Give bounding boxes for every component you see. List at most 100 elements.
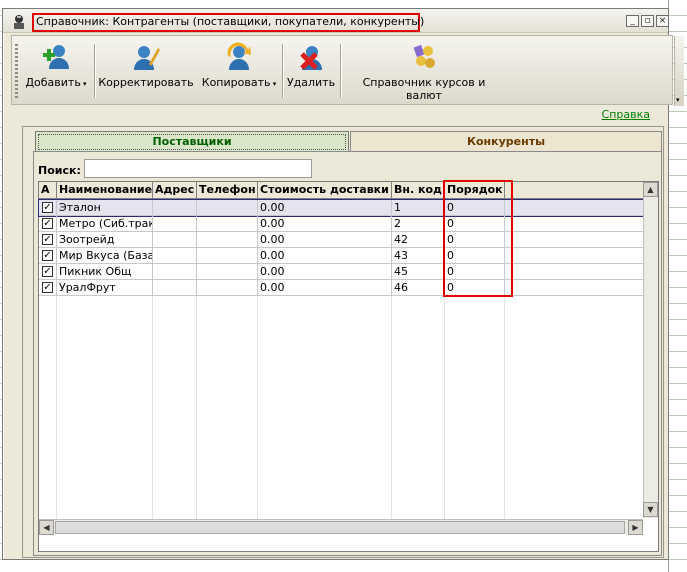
cell-delivery[interactable]: 0.00: [258, 264, 392, 280]
scroll-left-icon[interactable]: ◀: [39, 520, 54, 535]
delete-user-icon: [300, 46, 322, 70]
cell-address[interactable]: [153, 200, 197, 216]
cell-code[interactable]: 43: [392, 248, 445, 264]
tab-competitors[interactable]: Конкуренты: [350, 131, 662, 152]
cell-name[interactable]: Пикник Общ: [57, 264, 153, 280]
close-icon[interactable]: ×: [656, 15, 669, 27]
add-label: Добавить: [25, 76, 81, 89]
app-icon: [14, 15, 24, 29]
scroll-up-icon[interactable]: ▲: [643, 182, 658, 197]
col-header-code[interactable]: Вн. код: [392, 182, 445, 199]
help-link[interactable]: Справка: [602, 108, 650, 121]
cell-code[interactable]: 42: [392, 232, 445, 248]
cell-delivery[interactable]: 0.00: [258, 280, 392, 296]
minimize-icon[interactable]: _: [626, 15, 639, 27]
col-header-phone[interactable]: Телефон: [197, 182, 258, 199]
table-row[interactable]: ✓ Эталон 0.00 1 0: [38, 199, 644, 217]
active-checkbox[interactable]: ✓: [42, 266, 53, 277]
empty-cell[interactable]: [505, 280, 643, 296]
cell-phone[interactable]: [197, 248, 258, 264]
edit-button[interactable]: Корректировать: [98, 40, 194, 100]
empty-cell[interactable]: [505, 200, 643, 216]
cell-delivery[interactable]: 0.00: [258, 232, 392, 248]
empty-cell[interactable]: [505, 264, 643, 280]
cell-delivery[interactable]: 0.00: [258, 248, 392, 264]
search-label: Поиск:: [38, 164, 81, 177]
active-checkbox[interactable]: ✓: [42, 218, 53, 229]
active-checkbox-cell[interactable]: ✓: [39, 200, 57, 216]
toolbar: Добавить ▾ Корректировать Копировать ▾ У…: [11, 35, 684, 106]
add-button[interactable]: Добавить ▾: [22, 40, 90, 100]
empty-cell[interactable]: [505, 232, 643, 248]
empty-cell[interactable]: [505, 248, 643, 264]
table-row[interactable]: ✓Метро (Сиб.тракт)0.0020: [39, 216, 643, 232]
col-header-name[interactable]: Наименование: [57, 182, 153, 199]
delete-button[interactable]: Удалить: [286, 40, 336, 100]
grid-header: А Наименование Адрес Телефон Стоимость д…: [39, 182, 643, 199]
cell-address[interactable]: [153, 280, 197, 296]
active-checkbox-cell[interactable]: ✓: [39, 264, 57, 280]
tab-competitors-label: Конкуренты: [466, 135, 546, 148]
cell-code[interactable]: 45: [392, 264, 445, 280]
title-bar[interactable]: Справочник: Контрагенты (поставщики, пок…: [3, 9, 669, 33]
cell-name[interactable]: Метро (Сиб.тракт): [57, 216, 153, 232]
cell-address[interactable]: [153, 232, 197, 248]
active-checkbox-cell[interactable]: ✓: [39, 248, 57, 264]
cell-phone[interactable]: [197, 264, 258, 280]
horizontal-scroll-thumb[interactable]: [55, 521, 625, 534]
cell-delivery[interactable]: 0.00: [258, 200, 392, 216]
col-header-delivery[interactable]: Стоимость доставки: [258, 182, 392, 199]
cell-code[interactable]: 1: [392, 200, 445, 216]
active-checkbox-cell[interactable]: ✓: [39, 232, 57, 248]
cell-phone[interactable]: [197, 200, 258, 216]
cell-address[interactable]: [153, 248, 197, 264]
scroll-right-icon[interactable]: ▶: [628, 520, 643, 535]
cell-name[interactable]: Мир Вкуса (База): [57, 248, 153, 264]
toolbar-grip[interactable]: [15, 44, 18, 98]
cell-address[interactable]: [153, 216, 197, 232]
active-checkbox[interactable]: ✓: [42, 282, 53, 293]
tab-suppliers[interactable]: Поставщики: [35, 131, 349, 152]
tab-body: Поиск: А Наименование Адрес Телефон Стои…: [33, 151, 662, 556]
table-row[interactable]: ✓ Пикник Общ 0.00 45 0: [39, 264, 643, 280]
search-input[interactable]: [84, 159, 312, 178]
horizontal-scrollbar[interactable]: ◀ ▶: [39, 519, 643, 535]
currency-rates-label: Справочник курсов и валют: [362, 76, 486, 102]
cell-phone[interactable]: [197, 232, 258, 248]
active-checkbox[interactable]: ✓: [42, 234, 53, 245]
cell-name[interactable]: УралФрут: [57, 280, 153, 296]
cell-delivery[interactable]: 0.00: [258, 216, 392, 232]
restore-icon[interactable]: ▫: [641, 15, 654, 27]
col-header-address[interactable]: Адрес: [153, 182, 197, 199]
col-header-active[interactable]: А: [39, 182, 57, 199]
empty-cell[interactable]: [505, 216, 643, 232]
edit-label: Корректировать: [98, 76, 194, 89]
cell-code[interactable]: 46: [392, 280, 445, 296]
active-checkbox-cell[interactable]: ✓: [39, 280, 57, 296]
copy-button[interactable]: Копировать ▾: [198, 40, 280, 100]
active-checkbox[interactable]: ✓: [42, 202, 53, 213]
cell-phone[interactable]: [197, 280, 258, 296]
cell-code[interactable]: 2: [392, 216, 445, 232]
table-row[interactable]: ✓ Зоотрейд 0.00 42 0: [39, 232, 643, 248]
delete-label: Удалить: [286, 76, 336, 89]
content-panel: Поставщики Конкуренты Поиск: А Наименова…: [22, 126, 664, 558]
table-row[interactable]: ✓ Мир Вкуса (База) 0.00 43 0: [39, 248, 643, 264]
currency-icon: [413, 44, 435, 68]
table-row[interactable]: ✓ УралФрут 0.00 46 0: [39, 280, 643, 296]
vertical-scrollbar[interactable]: ▲ ▼: [643, 182, 658, 518]
toolbar-overflow-button[interactable]: ▾: [674, 36, 684, 106]
window-title: Справочник: Контрагенты (поставщики, пок…: [36, 15, 425, 28]
active-checkbox-cell[interactable]: ✓: [39, 216, 57, 232]
cell-address[interactable]: [153, 264, 197, 280]
currency-rates-button[interactable]: Справочник курсов и валют: [344, 40, 504, 102]
edit-user-icon: [134, 46, 160, 70]
dialog-window: Справочник: Контрагенты (поставщики, пок…: [2, 8, 684, 560]
cell-name[interactable]: Эталон: [57, 200, 153, 216]
copy-user-icon: [227, 42, 251, 70]
cell-name[interactable]: Зоотрейд: [57, 232, 153, 248]
scroll-down-icon[interactable]: ▼: [643, 502, 658, 517]
active-checkbox[interactable]: ✓: [42, 250, 53, 261]
cell-phone[interactable]: [197, 216, 258, 232]
order-column-highlight: [443, 180, 513, 297]
